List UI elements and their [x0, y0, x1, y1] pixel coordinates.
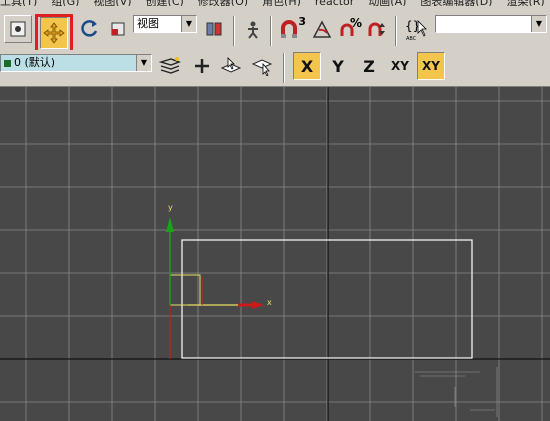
spinner-snap-icon	[368, 22, 385, 36]
current-layer-value: 0 (默认)	[14, 56, 56, 69]
angle-snap-toggle-button[interactable]	[308, 15, 336, 43]
use-pivot-center-button[interactable]	[200, 15, 228, 43]
percent-snap-toggle-button[interactable]: %	[336, 15, 364, 43]
restrict-to-plane-flyout-button[interactable]: XY	[417, 52, 445, 80]
edit-named-selection-button[interactable]: {} ABC	[402, 15, 430, 43]
restrict-to-z-button[interactable]: Z	[355, 52, 383, 80]
viewport-grid: x y	[0, 87, 550, 421]
axis-y-label: Y	[332, 56, 344, 76]
layers-toolbar: 0 (默认) ▼ X Y Z XY XY	[0, 50, 550, 87]
spinner-snap-toggle-button[interactable]	[363, 15, 391, 43]
scale-icon	[111, 22, 125, 36]
gizmo-y-arrow	[166, 217, 174, 232]
snaps-toggle-button[interactable]: 3	[277, 15, 307, 43]
select-objects-in-layer-button[interactable]	[248, 52, 276, 80]
plus-icon	[195, 59, 209, 73]
toolbar-separator	[233, 16, 235, 46]
restrict-to-xy-button[interactable]: XY	[386, 52, 414, 80]
move-tool-highlight	[35, 14, 73, 54]
select-and-manipulate-button[interactable]	[240, 15, 268, 43]
layers-stack-icon	[159, 57, 181, 74]
gizmo-xy-plane[interactable]	[169, 274, 201, 306]
restrict-to-y-button[interactable]: Y	[324, 52, 352, 80]
rotate-icon	[81, 20, 98, 37]
axis-plane-label: XY	[422, 59, 440, 73]
create-new-layer-button[interactable]	[188, 52, 216, 80]
gizmo-x-label: x	[267, 298, 272, 307]
chevron-down-icon[interactable]: ▼	[531, 16, 546, 32]
gizmo-x-arrow	[252, 301, 264, 309]
chevron-down-icon[interactable]: ▼	[181, 16, 196, 32]
main-toolbar: 视图 ▼ 3 % {} ABC ▼	[0, 6, 550, 54]
toolbar-separator	[270, 16, 272, 46]
add-to-layer-icon	[220, 57, 242, 73]
select-object-button[interactable]	[4, 15, 32, 43]
toolbar-separator	[395, 16, 397, 46]
axis-xy-label: XY	[391, 59, 409, 73]
named-selection-icon: {}ABC	[405, 19, 427, 41]
restrict-to-x-button[interactable]: X	[293, 52, 321, 80]
angle-snap-icon	[312, 20, 332, 38]
axis-z-label: Z	[363, 56, 375, 76]
toolbar-separator	[283, 53, 285, 83]
named-selection-sets-combo[interactable]: ▼	[435, 15, 547, 33]
reference-coord-system-value: 视图	[137, 17, 159, 30]
add-selection-to-layer-button[interactable]	[217, 52, 245, 80]
viewport-top[interactable]: x y	[0, 87, 550, 421]
chevron-down-icon[interactable]: ▼	[136, 55, 151, 71]
gizmo-y-label: y	[168, 203, 173, 212]
axis-x-label: X	[300, 56, 314, 76]
layer-color-swatch	[4, 59, 11, 67]
pivot-center-icon	[206, 22, 222, 36]
reference-coord-system-combo[interactable]: 视图 ▼	[133, 15, 197, 33]
snap-dimension-label: 3	[298, 15, 306, 28]
svg-text:ABC: ABC	[406, 36, 417, 41]
grid-lines	[0, 87, 550, 421]
select-in-layer-icon	[251, 59, 273, 76]
current-layer-combo[interactable]: 0 (默认) ▼	[0, 54, 152, 72]
select-object-icon	[10, 21, 26, 37]
layer-manager-button[interactable]	[156, 52, 184, 80]
manipulate-icon	[248, 21, 258, 39]
percent-label: %	[349, 16, 362, 30]
select-and-scale-button[interactable]	[104, 15, 132, 43]
select-and-rotate-button[interactable]	[76, 15, 104, 43]
